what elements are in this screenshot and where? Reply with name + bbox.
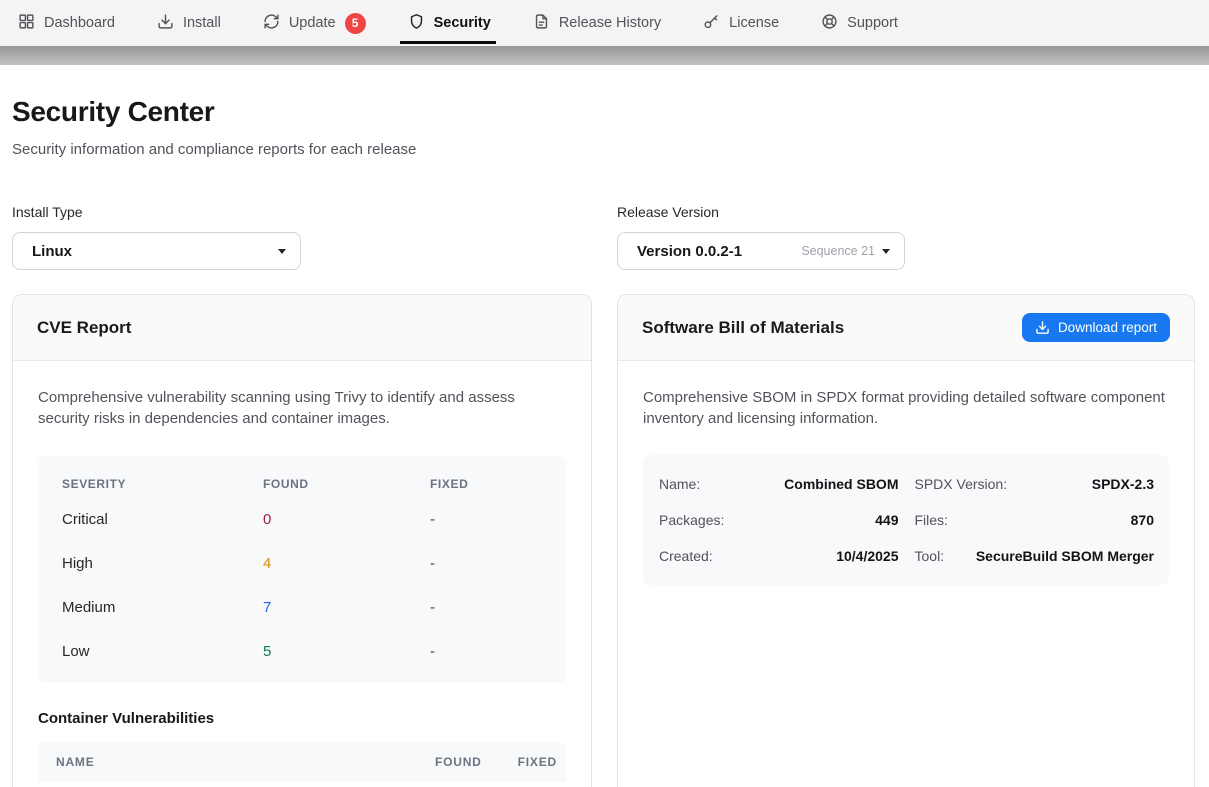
- nav-item-release-history[interactable]: Release History: [533, 0, 661, 46]
- sbom-card-body: Comprehensive SBOM in SPDX format provid…: [618, 361, 1194, 611]
- nav-label: Security: [434, 15, 491, 31]
- nav-label: Release History: [559, 15, 661, 31]
- info-value: 449: [875, 512, 898, 528]
- cve-card-title: CVE Report: [37, 318, 131, 338]
- dashboard-icon: [18, 13, 35, 34]
- chevron-down-icon: [882, 249, 890, 254]
- col-fixed: Fixed: [430, 477, 542, 491]
- table-row: Critical 0 -: [38, 498, 566, 542]
- release-version-value: Version 0.0.2-1: [637, 243, 742, 260]
- info-cell-spdx-version: SPDX Version: SPDX-2.3: [915, 466, 1155, 502]
- nav-item-update[interactable]: Update 5: [263, 0, 366, 46]
- chevron-down-icon: [278, 249, 286, 254]
- info-cell-name: Name: Combined SBOM: [659, 466, 899, 502]
- fixed-value: -: [430, 555, 542, 572]
- header-shadow-strip: [0, 46, 1209, 65]
- severity-label: Low: [62, 643, 263, 660]
- found-value: 4: [263, 555, 430, 572]
- info-cell-tool: Tool: SecureBuild SBOM Merger: [915, 538, 1155, 574]
- refresh-icon: [263, 13, 280, 34]
- info-value: SecureBuild SBOM Merger: [976, 548, 1154, 564]
- nav-item-license[interactable]: License: [703, 0, 779, 46]
- top-navigation: Dashboard Install Update 5 Security: [0, 0, 1209, 46]
- cards-row: CVE Report Comprehensive vulnerability s…: [12, 294, 1197, 787]
- cve-card-body: Comprehensive vulnerability scanning usi…: [13, 361, 591, 787]
- nav-label: Support: [847, 15, 898, 31]
- col-name: Name: [56, 755, 435, 769]
- col-fixed: Fixed: [518, 755, 557, 769]
- sequence-badge: Sequence 21: [801, 244, 875, 258]
- info-cell-packages: Packages: 449: [659, 502, 899, 538]
- release-version-label: Release Version: [617, 204, 1195, 220]
- shield-icon: [408, 13, 425, 34]
- cve-report-card: CVE Report Comprehensive vulnerability s…: [12, 294, 592, 787]
- main-content: Security Center Security information and…: [0, 96, 1209, 787]
- page-title: Security Center: [12, 96, 1197, 128]
- found-value: 7: [263, 599, 430, 616]
- info-cell-created: Created: 10/4/2025: [659, 538, 899, 574]
- info-label: Name:: [659, 476, 700, 492]
- info-value: SPDX-2.3: [1092, 476, 1154, 492]
- severity-label: Medium: [62, 599, 263, 616]
- found-value: 5: [263, 643, 430, 660]
- lifebuoy-icon: [821, 13, 838, 34]
- download-report-button[interactable]: Download report: [1022, 313, 1170, 342]
- found-value: 0: [263, 511, 430, 528]
- table-row: High 4 -: [38, 542, 566, 586]
- sbom-card: Software Bill of Materials Download repo…: [617, 294, 1195, 787]
- severity-table-header: Severity Found Fixed: [38, 470, 566, 498]
- fixed-value: -: [430, 643, 542, 660]
- sbom-card-header: Software Bill of Materials Download repo…: [618, 295, 1194, 361]
- info-value: 870: [1131, 512, 1154, 528]
- nav-item-security[interactable]: Security: [408, 0, 491, 46]
- sbom-info-grid: Name: Combined SBOM SPDX Version: SPDX-2…: [643, 455, 1169, 585]
- sbom-card-title: Software Bill of Materials: [642, 318, 844, 338]
- sbom-description: Comprehensive SBOM in SPDX format provid…: [643, 387, 1169, 430]
- col-found: Found: [263, 477, 430, 491]
- download-report-label: Download report: [1058, 320, 1157, 335]
- table-row: Low 5 -: [38, 630, 566, 674]
- nav-item-install[interactable]: Install: [157, 0, 221, 46]
- cve-description: Comprehensive vulnerability scanning usi…: [38, 387, 566, 430]
- info-label: Tool:: [915, 548, 945, 564]
- nav-label: License: [729, 15, 779, 31]
- info-cell-files: Files: 870: [915, 502, 1155, 538]
- install-type-filter: Install Type Linux: [12, 204, 592, 270]
- nav-label: Dashboard: [44, 15, 115, 31]
- update-count-badge: 5: [345, 13, 366, 34]
- filters-row: Install Type Linux Release Version Versi…: [12, 204, 1197, 270]
- cve-card-header: CVE Report: [13, 295, 591, 361]
- info-value: 10/4/2025: [836, 548, 898, 564]
- info-value: Combined SBOM: [784, 476, 898, 492]
- nav-item-dashboard[interactable]: Dashboard: [18, 0, 115, 46]
- container-table-header: Name Found Fixed: [38, 742, 566, 782]
- severity-table: Severity Found Fixed Critical 0 - High 4…: [38, 456, 566, 683]
- severity-label: Critical: [62, 511, 263, 528]
- key-icon: [703, 13, 720, 34]
- download-icon: [1035, 320, 1050, 335]
- container-vulnerabilities-title: Container Vulnerabilities: [38, 710, 566, 727]
- nav-item-support[interactable]: Support: [821, 0, 898, 46]
- info-label: Packages:: [659, 512, 724, 528]
- fixed-value: -: [430, 599, 542, 616]
- install-type-label: Install Type: [12, 204, 592, 220]
- page-subtitle: Security information and compliance repo…: [12, 141, 1197, 158]
- severity-label: High: [62, 555, 263, 572]
- release-version-filter: Release Version Version 0.0.2-1 Sequence…: [617, 204, 1195, 270]
- info-label: SPDX Version:: [915, 476, 1008, 492]
- install-type-select[interactable]: Linux: [12, 232, 301, 270]
- nav-label: Install: [183, 15, 221, 31]
- download-icon: [157, 13, 174, 34]
- release-version-select[interactable]: Version 0.0.2-1 Sequence 21: [617, 232, 905, 270]
- install-type-value: Linux: [32, 243, 72, 260]
- fixed-value: -: [430, 511, 542, 528]
- col-severity: Severity: [62, 477, 263, 491]
- table-row: Medium 7 -: [38, 586, 566, 630]
- document-icon: [533, 13, 550, 34]
- info-label: Created:: [659, 548, 713, 564]
- nav-label: Update: [289, 15, 336, 31]
- col-found: Found: [435, 755, 482, 769]
- info-label: Files:: [915, 512, 948, 528]
